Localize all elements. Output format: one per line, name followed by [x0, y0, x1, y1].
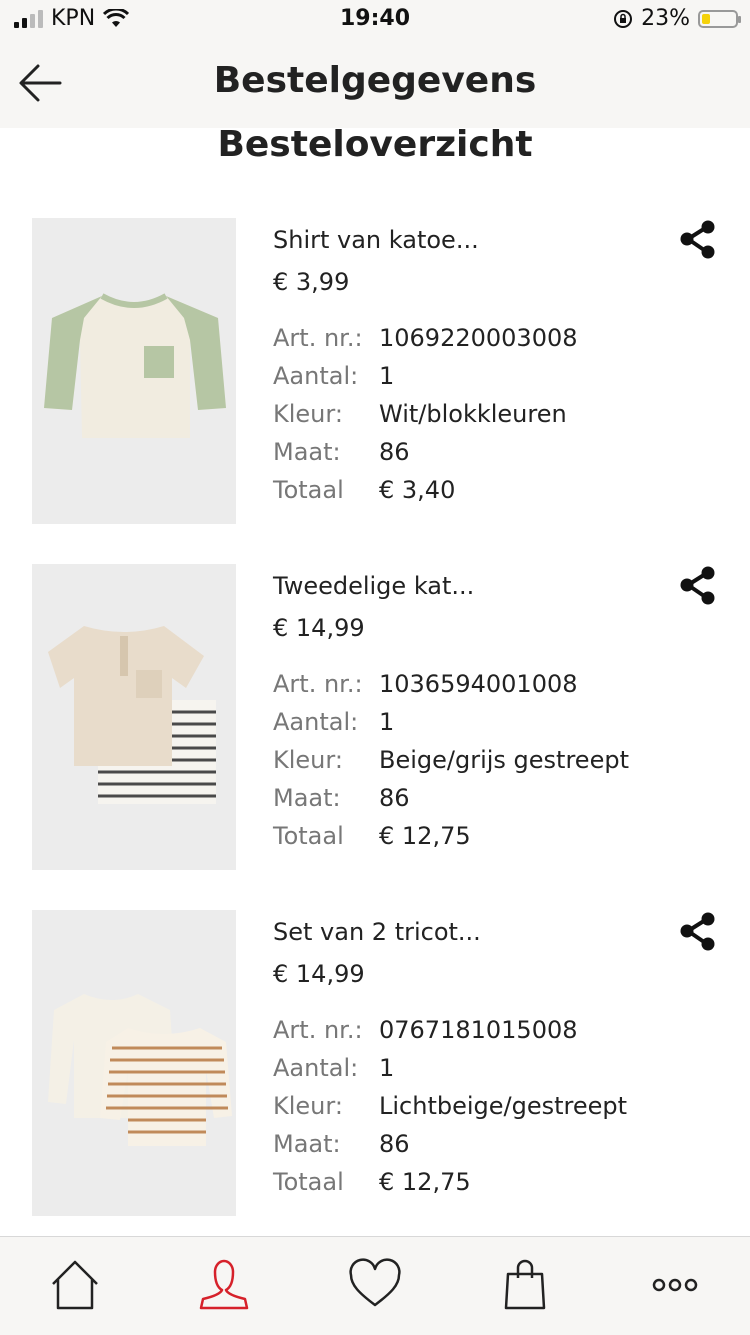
- art-nr-label: Art. nr.:: [273, 1016, 363, 1044]
- product-name[interactable]: Tweedelige kat...: [273, 572, 474, 600]
- kleur-label: Kleur:: [273, 746, 343, 774]
- aantal-label: Aantal:: [273, 708, 359, 736]
- share-icon: [680, 220, 715, 259]
- tab-account[interactable]: [194, 1255, 254, 1315]
- kleur-label: Kleur:: [273, 400, 343, 428]
- tab-more[interactable]: [645, 1255, 705, 1315]
- maat-value: 86: [379, 784, 410, 812]
- tab-favorites[interactable]: [345, 1255, 405, 1315]
- product-shirt-image: [32, 218, 236, 524]
- product-price: € 3,99: [273, 268, 350, 296]
- tab-bar: [0, 1236, 750, 1335]
- art-nr-value: 1036594001008: [379, 670, 578, 698]
- maat-value: 86: [379, 438, 410, 466]
- page-title: Bestelgegevens: [213, 60, 537, 101]
- totaal-value: € 3,40: [379, 476, 456, 504]
- totaal-label: Totaal: [273, 1168, 344, 1196]
- more-icon: [652, 1278, 698, 1292]
- totaal-label: Totaal: [273, 822, 344, 850]
- aantal-label: Aantal:: [273, 1054, 359, 1082]
- product-image[interactable]: [32, 218, 236, 524]
- totaal-label: Totaal: [273, 476, 344, 504]
- art-nr-value: 0767181015008: [379, 1016, 578, 1044]
- share-icon: [680, 912, 715, 951]
- aantal-value: 1: [379, 362, 395, 390]
- status-right: 23%: [613, 6, 741, 31]
- rotation-lock-icon: [614, 9, 633, 28]
- order-item[interactable]: Tweedelige kat... € 14,99 Art. nr.: 10365…: [0, 564, 750, 874]
- status-bar: KPN 19:40 23%: [0, 0, 750, 40]
- battery-icon: [698, 9, 741, 28]
- heart-icon: [349, 1258, 401, 1307]
- product-set-image: [32, 564, 236, 870]
- share-button[interactable]: [676, 910, 720, 954]
- kleur-value: Beige/grijs gestreept: [379, 746, 629, 774]
- kleur-value: Wit/blokkleuren: [379, 400, 567, 428]
- aantal-value: 1: [379, 1054, 395, 1082]
- order-item[interactable]: Shirt van katoe... € 3,99 Art. nr.: 10692…: [0, 218, 750, 528]
- shopping-bag-icon: [504, 1259, 546, 1310]
- product-price: € 14,99: [273, 960, 365, 988]
- totaal-value: € 12,75: [379, 1168, 471, 1196]
- order-item[interactable]: Set van 2 tricot... € 14,99 Art. nr.: 076…: [0, 910, 750, 1220]
- product-tricot-set-image: [32, 910, 236, 1216]
- maat-label: Maat:: [273, 438, 341, 466]
- art-nr-value: 1069220003008: [379, 324, 578, 352]
- product-name[interactable]: Set van 2 tricot...: [273, 918, 481, 946]
- share-button[interactable]: [676, 564, 720, 608]
- share-icon: [680, 566, 715, 605]
- maat-label: Maat:: [273, 1130, 341, 1158]
- maat-label: Maat:: [273, 784, 341, 812]
- section-title: Besteloverzicht: [217, 124, 533, 165]
- battery-percent: 23%: [641, 6, 690, 31]
- account-icon: [199, 1259, 249, 1310]
- aantal-label: Aantal:: [273, 362, 359, 390]
- aantal-value: 1: [379, 708, 395, 736]
- art-nr-label: Art. nr.:: [273, 324, 363, 352]
- product-image[interactable]: [32, 910, 236, 1216]
- nav-bar: Bestelgegevens: [0, 40, 750, 128]
- product-name[interactable]: Shirt van katoe...: [273, 226, 479, 254]
- share-button[interactable]: [676, 218, 720, 262]
- product-image[interactable]: [32, 564, 236, 870]
- totaal-value: € 12,75: [379, 822, 471, 850]
- art-nr-label: Art. nr.:: [273, 670, 363, 698]
- product-price: € 14,99: [273, 614, 365, 642]
- tab-home[interactable]: [45, 1255, 105, 1315]
- tab-bag[interactable]: [495, 1255, 555, 1315]
- kleur-value: Lichtbeige/gestreept: [379, 1092, 628, 1120]
- home-icon: [52, 1260, 98, 1310]
- maat-value: 86: [379, 1130, 410, 1158]
- kleur-label: Kleur:: [273, 1092, 343, 1120]
